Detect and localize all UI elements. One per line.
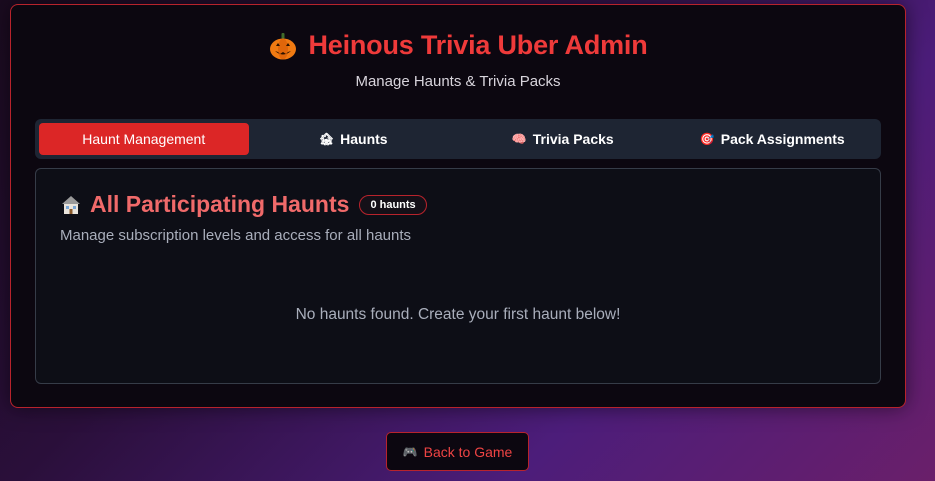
header: Heinous Trivia Uber Admin Manage Haunts …: [11, 5, 905, 90]
section-title: All Participating Haunts: [90, 191, 350, 217]
admin-panel: Heinous Trivia Uber Admin Manage Haunts …: [10, 4, 906, 408]
tab-label: Trivia Packs: [532, 131, 614, 147]
tab-label: Pack Assignments: [720, 131, 845, 147]
gamepad-icon: 🎮: [402, 444, 418, 459]
title-row: Heinous Trivia Uber Admin: [11, 30, 905, 61]
tab-label: Haunts: [340, 131, 388, 147]
tab-pack-assignments[interactable]: 🎯 Pack Assignments: [668, 123, 878, 155]
target-icon: 🎯: [699, 132, 715, 146]
page-title: Heinous Trivia Uber Admin: [308, 30, 648, 60]
card-header: All Participating Haunts 0 haunts: [60, 191, 427, 218]
tab-bar: Haunt Management 🏚 Haunts 🧠 Trivia Packs…: [35, 119, 881, 159]
back-to-game-button[interactable]: 🎮 Back to Game: [386, 432, 529, 471]
tab-haunts[interactable]: 🏚 Haunts: [249, 123, 459, 155]
back-button-label: Back to Game: [423, 443, 513, 460]
section-description: Manage subscription levels and access fo…: [60, 227, 412, 244]
tab-trivia-packs[interactable]: 🧠 Trivia Packs: [458, 123, 668, 155]
haunted-house-icon: [62, 195, 80, 214]
empty-state-message: No haunts found. Create your first haunt…: [295, 306, 621, 323]
brain-icon: 🧠: [511, 132, 527, 146]
page-subtitle: Manage Haunts & Trivia Packs: [355, 73, 561, 90]
tab-label: Haunt Management: [82, 131, 206, 147]
haunts-card: All Participating Haunts 0 haunts Manage…: [35, 168, 881, 384]
jack-o-lantern-icon: [270, 32, 297, 59]
house-icon: 🏚: [318, 132, 335, 146]
tab-haunt-management[interactable]: Haunt Management: [39, 123, 249, 155]
haunt-count-badge: 0 haunts: [359, 194, 427, 215]
